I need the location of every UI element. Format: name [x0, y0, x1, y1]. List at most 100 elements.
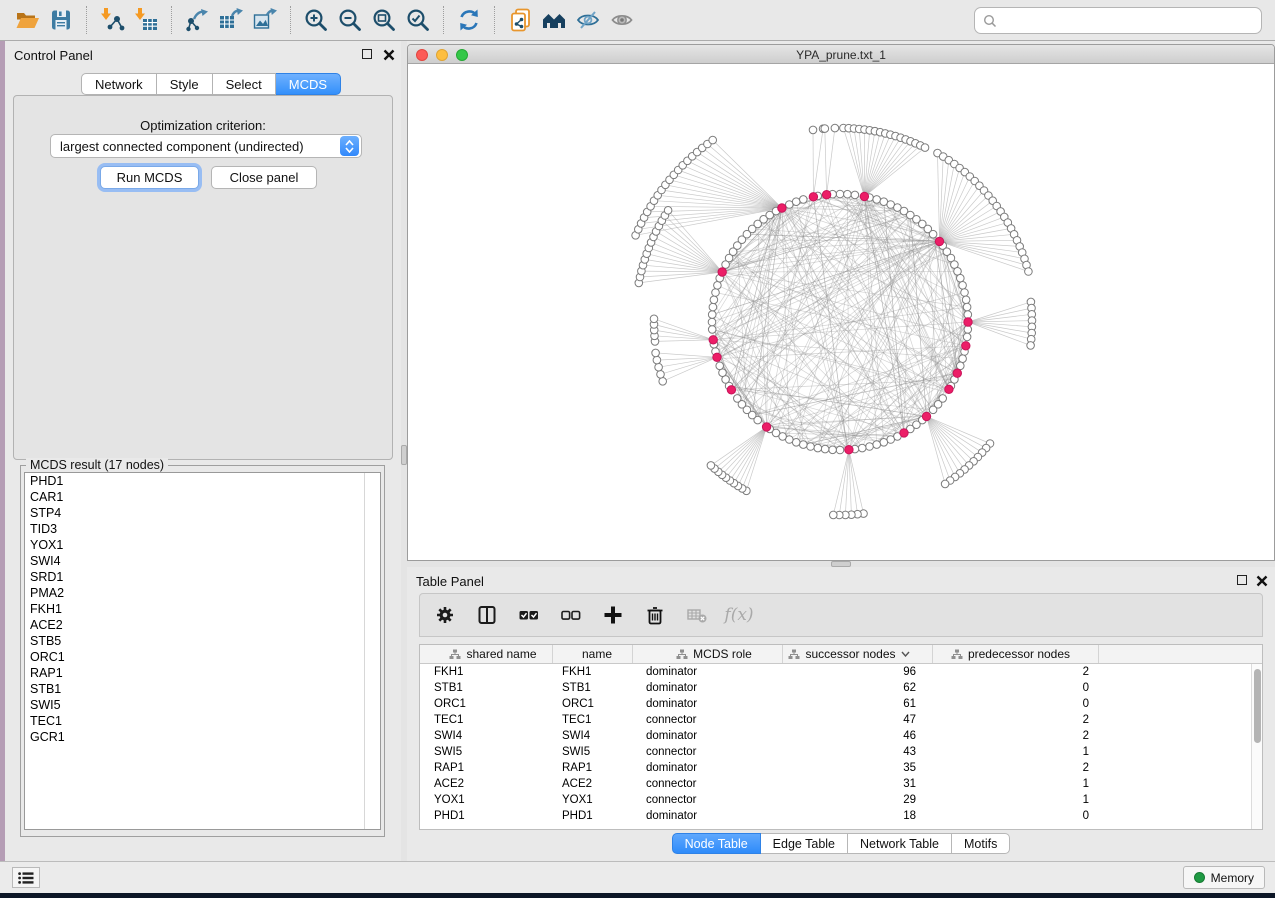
mcds-result-item[interactable]: ACE2	[25, 617, 380, 633]
graph-node[interactable]	[964, 326, 972, 334]
graph-hub-node[interactable]	[778, 204, 786, 212]
export-image-button[interactable]	[248, 4, 282, 36]
mcds-result-item[interactable]: STP4	[25, 505, 380, 521]
graph-node[interactable]	[708, 311, 716, 319]
graph-node[interactable]	[710, 296, 718, 304]
graph-node[interactable]	[650, 315, 658, 323]
graph-node[interactable]	[734, 395, 742, 403]
table-row[interactable]: SWI4 SWI4 dominator 46 2	[420, 728, 1262, 744]
graph-node[interactable]	[959, 282, 967, 290]
mcds-result-item[interactable]: ORC1	[25, 649, 380, 665]
tab-edge-table[interactable]: Edge Table	[761, 833, 848, 854]
binoculars-button[interactable]	[537, 4, 571, 36]
graph-node[interactable]	[821, 445, 829, 453]
graph-node[interactable]	[851, 191, 859, 199]
graph-node[interactable]	[964, 311, 972, 319]
graph-node[interactable]	[941, 480, 949, 488]
graph-node[interactable]	[830, 511, 838, 519]
zoom-selected-button[interactable]	[401, 4, 435, 36]
mcds-result-item[interactable]: TID3	[25, 521, 380, 537]
search-box[interactable]	[974, 7, 1262, 34]
graph-node[interactable]	[659, 378, 667, 386]
memory-button[interactable]: Memory	[1183, 866, 1265, 889]
mcds-result-item[interactable]: SRD1	[25, 569, 380, 585]
graph-node[interactable]	[829, 446, 837, 454]
hide-details-button[interactable]	[571, 4, 605, 36]
save-session-button[interactable]	[44, 4, 78, 36]
mcds-result-item[interactable]: SWI4	[25, 553, 380, 569]
delete-table-button[interactable]	[686, 604, 708, 626]
delete-columns-button[interactable]	[644, 604, 666, 626]
mcds-result-item[interactable]: RAP1	[25, 665, 380, 681]
criterion-dropdown[interactable]: largest connected component (undirected)	[50, 134, 362, 158]
network-graph[interactable]	[408, 64, 1275, 561]
graph-node[interactable]	[800, 441, 808, 449]
graph-node[interactable]	[873, 196, 881, 204]
zoom-in-button[interactable]	[299, 4, 333, 36]
mcds-result-item[interactable]: GCR1	[25, 729, 380, 745]
export-table-button[interactable]	[214, 4, 248, 36]
graph-hub-node[interactable]	[762, 423, 770, 431]
graph-hub-node[interactable]	[900, 429, 908, 437]
table-row[interactable]: SWI5 SWI5 connector 43 1	[420, 744, 1262, 760]
graph-hub-node[interactable]	[964, 318, 972, 326]
task-history-button[interactable]	[12, 867, 40, 888]
mcds-result-item[interactable]: FKH1	[25, 601, 380, 617]
table-row[interactable]: FKH1 FKH1 dominator 96 2	[420, 664, 1262, 680]
graph-node[interactable]	[809, 126, 817, 134]
graph-hub-node[interactable]	[935, 237, 943, 245]
zoom-fit-button[interactable]	[367, 4, 401, 36]
graph-node[interactable]	[963, 303, 971, 311]
graph-node[interactable]	[814, 444, 822, 452]
table-row[interactable]: TEC1 TEC1 connector 47 2	[420, 712, 1262, 728]
graph-hub-node[interactable]	[945, 385, 953, 393]
export-network-button[interactable]	[180, 4, 214, 36]
table-scrollbar[interactable]	[1251, 664, 1262, 829]
mcds-result-item[interactable]: CAR1	[25, 489, 380, 505]
column-header-name[interactable]: name	[553, 645, 633, 663]
graph-node[interactable]	[959, 355, 967, 363]
graph-node[interactable]	[836, 446, 844, 454]
graph-hub-node[interactable]	[822, 191, 830, 199]
column-header-successor-nodes[interactable]: successor nodes	[783, 645, 933, 663]
mcds-result-item[interactable]: SWI5	[25, 697, 380, 713]
add-column-button[interactable]	[602, 604, 624, 626]
graph-node[interactable]	[929, 230, 937, 238]
graph-node[interactable]	[655, 363, 663, 371]
table-row[interactable]: STB1 STB1 dominator 62 0	[420, 680, 1262, 696]
show-columns-button[interactable]	[476, 604, 498, 626]
graph-node[interactable]	[657, 371, 665, 379]
tab-mcds[interactable]: MCDS	[276, 73, 341, 95]
graph-node[interactable]	[709, 303, 717, 311]
graph-node[interactable]	[866, 443, 874, 451]
close-panel-icon[interactable]	[383, 48, 395, 60]
column-header-mcds-role[interactable]: MCDS role	[633, 645, 783, 663]
graph-node[interactable]	[708, 318, 716, 326]
graph-node[interactable]	[957, 274, 965, 282]
graph-node[interactable]	[792, 198, 800, 206]
import-table-button[interactable]	[129, 4, 163, 36]
close-panel-button[interactable]: Close panel	[211, 166, 317, 189]
column-header-shared-name[interactable]: shared name	[420, 645, 553, 663]
open-session-button[interactable]	[10, 4, 44, 36]
graph-node[interactable]	[962, 296, 970, 304]
graph-node[interactable]	[844, 190, 852, 198]
graph-node[interactable]	[961, 289, 969, 297]
mcds-result-list[interactable]: PHD1CAR1STP4TID3YOX1SWI4SRD1PMA2FKH1ACE2…	[24, 472, 381, 830]
graph-hub-node[interactable]	[953, 369, 961, 377]
table-row[interactable]: YOX1 YOX1 connector 29 1	[420, 792, 1262, 808]
list-scrollbar-track[interactable]	[364, 473, 365, 829]
graph-node[interactable]	[821, 125, 829, 133]
graph-node[interactable]	[1025, 268, 1033, 276]
table-row[interactable]: RAP1 RAP1 dominator 35 2	[420, 760, 1262, 776]
float-window-icon[interactable]	[1237, 575, 1247, 585]
graph-node[interactable]	[831, 124, 839, 132]
graph-node[interactable]	[664, 207, 672, 215]
graph-node[interactable]	[652, 349, 660, 357]
graph-hub-node[interactable]	[727, 386, 735, 394]
mcds-result-item[interactable]: TEC1	[25, 713, 380, 729]
share-document-button[interactable]	[503, 4, 537, 36]
tab-node-table[interactable]: Node Table	[672, 833, 761, 854]
graph-node[interactable]	[858, 444, 866, 452]
graph-hub-node[interactable]	[860, 192, 868, 200]
